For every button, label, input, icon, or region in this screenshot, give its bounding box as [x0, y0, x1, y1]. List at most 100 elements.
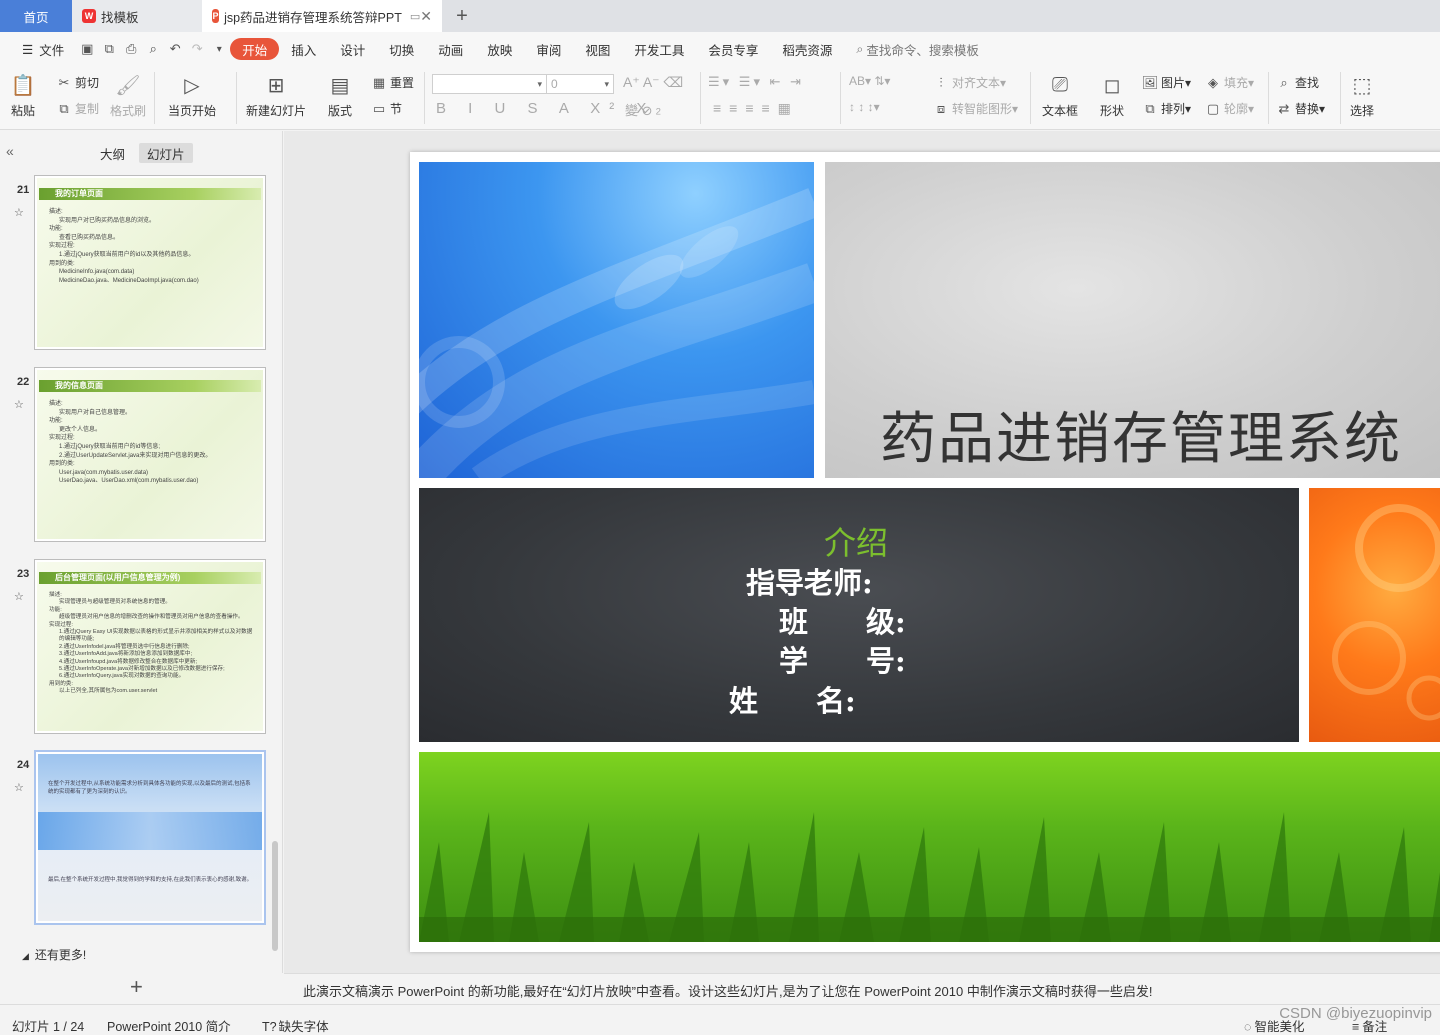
- shape-button[interactable]: ◻ 形状: [1099, 72, 1125, 119]
- copy-icon: ⧉: [59, 100, 69, 116]
- font-family-select[interactable]: ▾: [432, 74, 547, 94]
- slide-thumbnail-24[interactable]: 在整个开发过程中,从系统功能需求分析到具体各功能的实现,以及最后的测试,包括系统…: [34, 750, 266, 925]
- textbox-label: 文本框: [1042, 104, 1079, 118]
- menu-animation[interactable]: 动画: [426, 38, 475, 60]
- line-spacing-icons[interactable]: ↕ ↕ ↕▾: [849, 100, 880, 114]
- tab-home[interactable]: 首页: [0, 0, 72, 32]
- tab-document[interactable]: P jsp药品进销存管理系统答辩PPT ▭ ✕: [202, 0, 442, 32]
- outline-button[interactable]: ▢ 轮廓 ▾: [1205, 100, 1254, 117]
- find-button[interactable]: ⌕ 查找: [1276, 74, 1319, 91]
- tab-slides[interactable]: 幻灯片: [139, 143, 193, 163]
- thumb-line: 描述:: [49, 209, 63, 215]
- smart-art-icon: ⧈: [936, 100, 946, 116]
- new-tab-button[interactable]: +: [442, 0, 482, 32]
- menu-design[interactable]: 设计: [328, 38, 377, 60]
- slide-thumbnail-23[interactable]: 后台管理页面(以用户信息管理为例) 描述: 实现管理员与超级管理员对系统信息的管…: [34, 559, 266, 734]
- search-icon: ⌕: [1280, 74, 1288, 90]
- chevron-down-icon: ▾: [604, 78, 609, 89]
- paragraph-align-icons[interactable]: ≡≡≡≡▦: [713, 100, 799, 117]
- search-icon: ⌕: [856, 41, 864, 56]
- slide-title[interactable]: 药品进销存管理系统: [880, 394, 1402, 475]
- add-slide-button[interactable]: +: [130, 974, 143, 1000]
- speaker-notes[interactable]: 此演示文稿演示 PowerPoint 的新功能,最好在“幻灯片放映”中查看。设计…: [284, 973, 1440, 1003]
- menu-transition[interactable]: 切换: [377, 38, 426, 60]
- font-icon: T?: [262, 1020, 277, 1034]
- thumbnail-title: 我的信息页面: [39, 380, 261, 392]
- blue-swirl-block: [419, 162, 814, 478]
- show-more-link[interactable]: ◢ 还有更多!: [22, 946, 86, 963]
- menu-start[interactable]: 开始: [230, 38, 280, 60]
- bullet-list-icons[interactable]: ☰▾ ☰▾ ⇤ ⇥: [708, 74, 804, 90]
- tab-templates[interactable]: W 找模板: [72, 0, 202, 32]
- text-direction-icons[interactable]: AB▾ ⇅▾: [849, 74, 890, 88]
- align-text-button[interactable]: ⫶ 对齐文本 ▾: [933, 74, 1006, 91]
- save-icon[interactable]: ▣: [76, 38, 98, 60]
- panel-scrollbar[interactable]: [272, 841, 278, 951]
- menu-developer[interactable]: 开发工具: [622, 38, 696, 60]
- slide-thumbnail-21[interactable]: 我的订单页面 描述: 实现用户对已购买药品信息的浏览。 功能: 查看已购买药品信…: [34, 175, 266, 350]
- name-label[interactable]: 姓 名:: [729, 678, 856, 720]
- format-painter-button[interactable]: 🖌 格式刷: [110, 72, 146, 119]
- current-slide[interactable]: 药品进销存管理系统 介绍 指导老师: 班 级: 学 号: 姓 名:: [410, 152, 1440, 952]
- thumb-line: 3.通过UserInfoAdd.java将新添加信息添加到数据库中;: [59, 651, 193, 658]
- intro-heading[interactable]: 介绍: [824, 518, 888, 564]
- command-search[interactable]: ⌕ 查找命令、搜索模板: [856, 40, 979, 59]
- paste-button[interactable]: 📋 粘贴: [10, 72, 36, 119]
- fill-button[interactable]: ◈ 填充 ▾: [1205, 74, 1254, 91]
- text-effect-icon[interactable]: 變 ⊘: [625, 100, 653, 119]
- thumb-line: MedicineDao.java、MedicineDaoImpl.java(co…: [59, 277, 199, 284]
- preview-icon[interactable]: ⌕: [142, 38, 164, 60]
- menu-view[interactable]: 视图: [573, 38, 622, 60]
- menu-review[interactable]: 审阅: [524, 38, 573, 60]
- slide-number: 22: [17, 376, 30, 388]
- font-size-select[interactable]: 0 ▾: [546, 74, 614, 94]
- menu-slideshow[interactable]: 放映: [475, 38, 524, 60]
- missing-font-button[interactable]: T? 缺失字体: [262, 1016, 329, 1035]
- arrange-button[interactable]: ⧉ 排列 ▾: [1142, 100, 1191, 117]
- font-grow-icon[interactable]: A⁺ A⁻ ⌫: [623, 74, 683, 91]
- quick-access-dropdown-icon[interactable]: ▾: [208, 38, 230, 60]
- menu-member[interactable]: 会员专享: [696, 38, 770, 60]
- layout-button[interactable]: ▤ 版式: [327, 72, 353, 119]
- menu-insert[interactable]: 插入: [279, 38, 328, 60]
- play-from-current-button[interactable]: ▷ 当页开始: [168, 72, 216, 119]
- redo-icon[interactable]: ↷: [186, 38, 208, 60]
- picture-label: 图片: [1161, 76, 1186, 90]
- smart-art-button[interactable]: ⧈ 转智能图形 ▾: [933, 100, 1018, 117]
- section-button[interactable]: ▭ 节: [371, 100, 402, 117]
- file-menu[interactable]: ☰ 文件: [10, 38, 76, 60]
- textbox-button[interactable]: ⎚ 文本框: [1042, 72, 1078, 119]
- collapse-panel-icon[interactable]: «: [6, 143, 14, 159]
- thumb-line: 实现过程:: [49, 435, 75, 442]
- tab-outline[interactable]: 大纲: [92, 143, 133, 163]
- brush-icon: 🖌: [115, 74, 141, 97]
- slide-thumbnail-22[interactable]: 我的信息页面 描述: 实现用户对自己信息管理。 功能: 更改个人信息。 实现过程…: [34, 367, 266, 542]
- picture-button[interactable]: 🖼 图片 ▾: [1142, 74, 1191, 91]
- thumb-line: User.java(com.mybatis.user.data): [59, 469, 149, 476]
- replace-button[interactable]: ⇄ 替换 ▾: [1276, 100, 1326, 117]
- animation-star-icon: ☆: [14, 399, 24, 411]
- undo-icon[interactable]: ↶: [164, 38, 186, 60]
- file-menu-label: 文件: [39, 43, 65, 58]
- template-name[interactable]: PowerPoint 2010 简介: [107, 1016, 231, 1035]
- export-icon[interactable]: ⧉: [98, 38, 120, 60]
- thumb-line: 1.通过jQuery Easy UI实现数据以表格的形式显示并添加相关的样式以及…: [59, 629, 253, 643]
- reset-button[interactable]: ▦ 重置: [371, 74, 414, 91]
- class-label[interactable]: 班 级:: [779, 599, 906, 641]
- ribbon-divider: [1030, 72, 1031, 124]
- paste-label: 粘贴: [10, 104, 35, 118]
- advisor-label[interactable]: 指导老师:: [746, 560, 873, 602]
- menu-bar: ☰ 文件 ▣ ⧉ ⎙ ⌕ ↶ ↷ ▾ 开始 插入 设计 切换 动画 放映 审阅 视…: [0, 32, 1440, 66]
- student-id-label[interactable]: 学 号:: [779, 638, 906, 680]
- menu-docer[interactable]: 稻壳资源: [770, 38, 844, 60]
- cut-button[interactable]: ✂ 剪切: [56, 74, 99, 91]
- close-icon[interactable]: ✕: [420, 8, 432, 25]
- copy-button[interactable]: ⧉ 复制: [56, 100, 99, 117]
- green-grass-block: [419, 752, 1440, 942]
- pin-icon[interactable]: ▭: [410, 10, 420, 23]
- new-slide-button[interactable]: ⊞ 新建幻灯片: [246, 72, 306, 119]
- thumb-line: UserDao.java、UserDao.xml(com.mybatis.use…: [59, 478, 199, 485]
- print-icon[interactable]: ⎙: [120, 38, 142, 60]
- thumb-line: 以上已列全,其所属包为com.user.servlet: [59, 688, 158, 695]
- select-button[interactable]: ⬚ 选择: [1349, 72, 1375, 119]
